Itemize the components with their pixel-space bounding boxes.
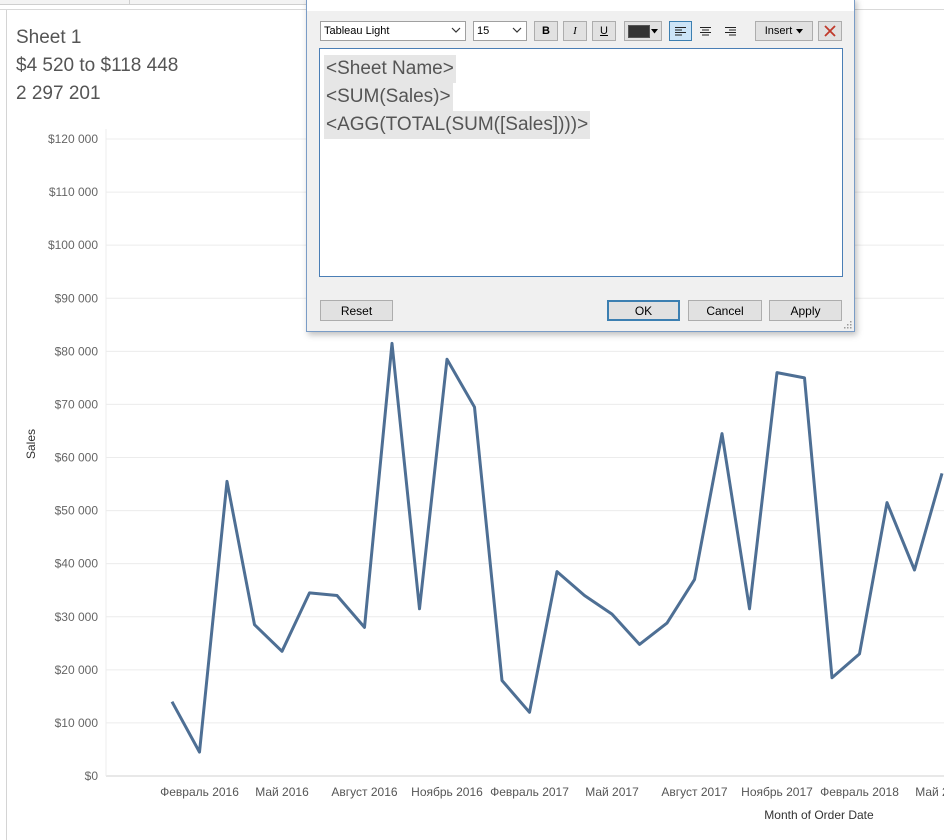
y-tick-label: $90 000 bbox=[55, 291, 99, 305]
data-point[interactable] bbox=[279, 648, 285, 654]
data-point[interactable] bbox=[334, 593, 340, 599]
data-point[interactable] bbox=[857, 651, 863, 657]
data-point[interactable] bbox=[829, 675, 835, 681]
y-tick-label: $70 000 bbox=[55, 397, 99, 411]
apply-button[interactable]: Apply bbox=[769, 300, 842, 321]
y-tick-label: $110 000 bbox=[49, 185, 98, 199]
format-toolbar: Tableau Light 15 B I U Insert bbox=[319, 21, 844, 43]
data-point[interactable] bbox=[389, 340, 395, 346]
data-point[interactable] bbox=[362, 624, 368, 630]
x-tick-label: Февраль 2018 bbox=[820, 785, 899, 799]
x-tick-label: Ноябрь 2016 bbox=[411, 785, 483, 799]
x-tick-label: Май 2017 bbox=[585, 785, 639, 799]
title-text-editor[interactable]: <Sheet Name> <SUM(Sales)> <AGG(TOTAL(SUM… bbox=[319, 48, 843, 277]
y-tick-label: $40 000 bbox=[55, 557, 99, 571]
cancel-button[interactable]: Cancel bbox=[688, 300, 762, 321]
insert-menu-button[interactable]: Insert bbox=[755, 21, 813, 41]
data-point[interactable] bbox=[444, 356, 450, 362]
align-center-button[interactable] bbox=[694, 21, 717, 41]
y-tick-label: $120 000 bbox=[48, 132, 98, 146]
y-axis-title: Sales bbox=[24, 429, 38, 459]
data-point[interactable] bbox=[719, 431, 725, 437]
reset-button[interactable]: Reset bbox=[320, 300, 393, 321]
data-point[interactable] bbox=[307, 590, 313, 596]
editor-line-total-sales: <AGG(TOTAL(SUM([Sales])))> bbox=[324, 111, 591, 139]
x-axis-title: Month of Order Date bbox=[764, 808, 874, 822]
chevron-down-icon bbox=[512, 27, 522, 33]
data-point[interactable] bbox=[692, 577, 698, 583]
bold-button[interactable]: B bbox=[534, 21, 558, 41]
data-point[interactable] bbox=[774, 370, 780, 376]
y-tick-label: $50 000 bbox=[55, 504, 99, 518]
clear-button[interactable] bbox=[818, 21, 842, 41]
align-left-button[interactable] bbox=[669, 21, 692, 41]
data-point[interactable] bbox=[609, 611, 615, 617]
y-tick-label: $20 000 bbox=[55, 663, 99, 677]
y-tick-label: $0 bbox=[85, 769, 99, 783]
data-point[interactable] bbox=[884, 500, 890, 506]
x-tick-label: Февраль 2016 bbox=[160, 785, 239, 799]
x-tick-label: Август 2017 bbox=[661, 785, 727, 799]
data-point[interactable] bbox=[169, 699, 175, 705]
data-point[interactable] bbox=[197, 749, 203, 755]
data-point[interactable] bbox=[747, 606, 753, 612]
y-tick-label: $60 000 bbox=[55, 451, 99, 465]
data-point[interactable] bbox=[527, 709, 533, 715]
font-family-value: Tableau Light bbox=[324, 25, 390, 37]
align-center-icon bbox=[700, 26, 711, 35]
x-tick-label: Май 2018 bbox=[915, 785, 944, 799]
font-size-value: 15 bbox=[477, 25, 490, 37]
data-point[interactable] bbox=[417, 606, 423, 612]
data-point[interactable] bbox=[252, 622, 258, 628]
font-color-picker[interactable] bbox=[624, 21, 662, 41]
align-left-icon bbox=[675, 26, 686, 35]
data-point[interactable] bbox=[582, 593, 588, 599]
x-tick-label: Август 2016 bbox=[331, 785, 397, 799]
data-point[interactable] bbox=[499, 677, 505, 683]
align-right-icon bbox=[725, 26, 736, 35]
x-tick-label: Ноябрь 2017 bbox=[741, 785, 813, 799]
x-tick-label: Февраль 2017 bbox=[490, 785, 569, 799]
data-point[interactable] bbox=[912, 567, 918, 573]
chevron-down-icon bbox=[451, 27, 461, 33]
resize-grip-icon[interactable] bbox=[842, 319, 852, 329]
x-tick-label: Май 2016 bbox=[255, 785, 309, 799]
underline-button[interactable]: U bbox=[592, 21, 616, 41]
y-tick-label: $100 000 bbox=[48, 238, 98, 252]
data-point[interactable] bbox=[637, 641, 643, 647]
data-point[interactable] bbox=[939, 470, 944, 476]
data-point[interactable] bbox=[802, 375, 808, 381]
y-tick-label: $10 000 bbox=[55, 716, 99, 730]
y-tick-label: $30 000 bbox=[55, 610, 99, 624]
x-axis-ticks: Февраль 2016 Май 2016 Август 2016 Ноябрь 20… bbox=[160, 785, 944, 799]
insert-label: Insert bbox=[764, 25, 793, 37]
data-point[interactable] bbox=[554, 569, 560, 575]
dropdown-arrow-icon bbox=[651, 28, 658, 33]
font-size-select[interactable]: 15 bbox=[473, 21, 527, 41]
italic-button[interactable]: I bbox=[563, 21, 587, 41]
series-layer bbox=[169, 340, 944, 755]
dialog-titlebar[interactable] bbox=[307, 0, 854, 11]
y-axis-ticks: $0 $10 000 $20 000 $30 000 $40 000 $50 000 $60… bbox=[48, 132, 98, 783]
editor-line-sheet-name: <Sheet Name> bbox=[324, 55, 456, 83]
align-right-button[interactable] bbox=[719, 21, 742, 41]
data-point[interactable] bbox=[472, 404, 478, 410]
edit-title-dialog: Tableau Light 15 B I U Insert <Sheet Nam… bbox=[306, 0, 855, 332]
font-family-select[interactable]: Tableau Light bbox=[320, 21, 466, 41]
font-color-swatch bbox=[628, 24, 650, 38]
editor-line-sum-sales: <SUM(Sales)> bbox=[324, 83, 453, 111]
data-point[interactable] bbox=[224, 478, 230, 484]
data-point[interactable] bbox=[664, 620, 670, 626]
tableau-workspace: Sheet 1 $4 520 to $118 448 2 297 201 $0 $… bbox=[0, 0, 944, 840]
y-tick-label: $80 000 bbox=[55, 344, 99, 358]
dropdown-arrow-icon bbox=[796, 28, 804, 33]
ok-button[interactable]: OK bbox=[607, 300, 680, 321]
close-icon bbox=[824, 25, 836, 37]
